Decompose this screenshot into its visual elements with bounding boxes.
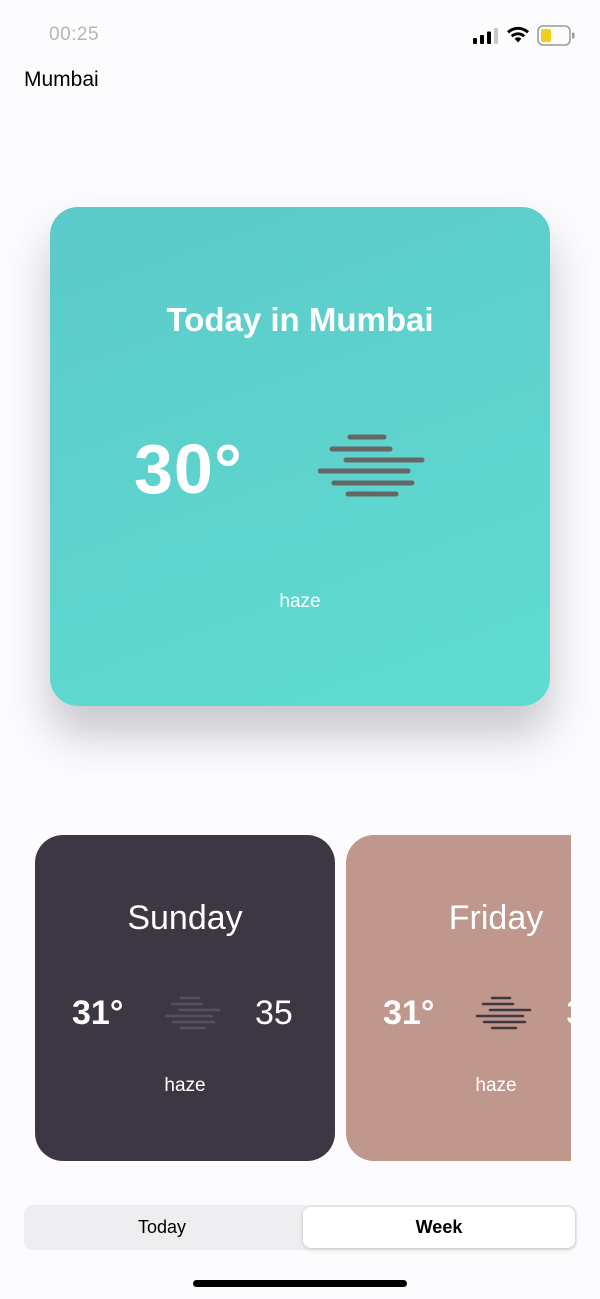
haze-icon bbox=[475, 996, 532, 1030]
home-indicator[interactable] bbox=[193, 1280, 407, 1287]
forecast-card-sunday[interactable]: Sunday 31° 35 haze bbox=[35, 835, 335, 1161]
haze-icon bbox=[318, 434, 425, 497]
today-weather-card[interactable]: Today in Mumbai 30° haze bbox=[50, 207, 550, 706]
forecast-condition: haze bbox=[475, 1075, 517, 1096]
view-segmented-control[interactable]: Today Week bbox=[24, 1205, 577, 1250]
forecast-card-friday[interactable]: Friday 31° 3 haze bbox=[346, 835, 571, 1161]
forecast-day-name: Friday bbox=[448, 899, 544, 937]
haze-icon bbox=[164, 996, 221, 1030]
battery-icon bbox=[537, 25, 575, 46]
forecast-high: 35 bbox=[255, 994, 293, 1032]
forecast-condition: haze bbox=[164, 1075, 206, 1096]
page-title: Mumbai bbox=[24, 68, 99, 91]
forecast-temperature: 31° bbox=[72, 994, 124, 1032]
status-bar: 00:25 bbox=[0, 0, 600, 60]
forecast-carousel[interactable]: Sunday 31° 35 haze Friday 31° haze bbox=[35, 835, 571, 1161]
tab-week[interactable]: Week bbox=[303, 1207, 575, 1248]
tab-today[interactable]: Today bbox=[26, 1207, 298, 1248]
cellular-signal-icon bbox=[473, 28, 498, 44]
today-condition: haze bbox=[279, 591, 321, 612]
today-heading: Today in Mumbai bbox=[166, 301, 434, 338]
today-temperature: 30° bbox=[134, 430, 243, 508]
status-time: 00:25 bbox=[49, 24, 100, 45]
wifi-icon bbox=[507, 26, 529, 43]
forecast-high: 3 bbox=[566, 994, 571, 1033]
forecast-temperature: 31° bbox=[383, 994, 435, 1032]
forecast-day-name: Sunday bbox=[127, 899, 243, 937]
